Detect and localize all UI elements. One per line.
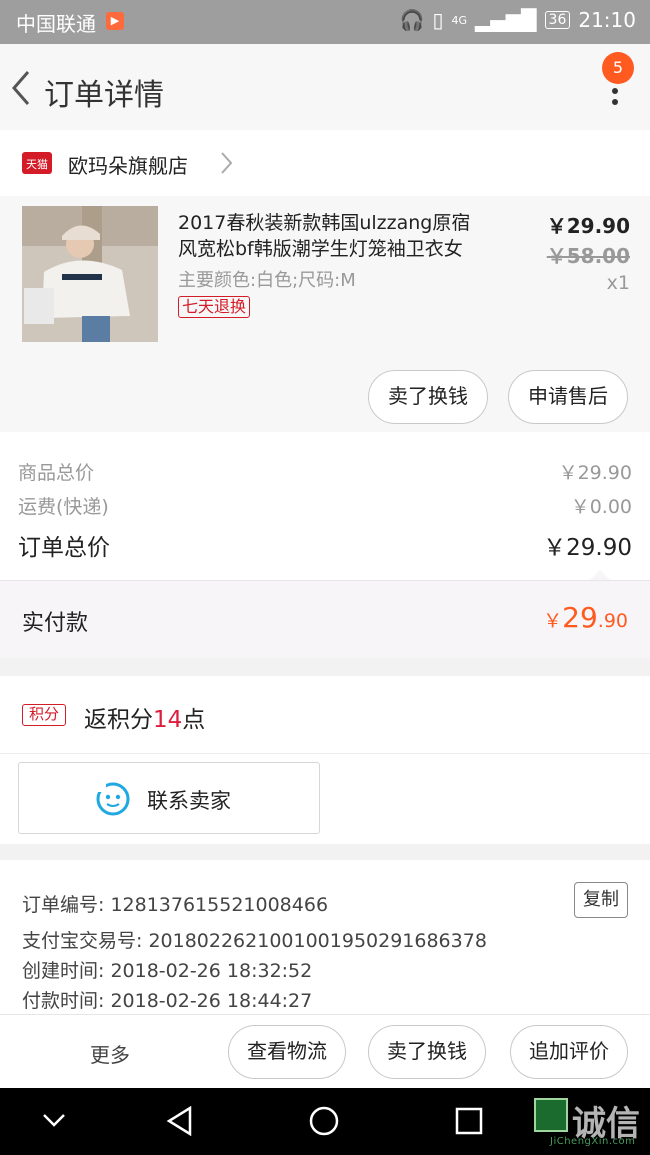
battery-icon: 36 [544, 11, 571, 29]
points-icon: 积分 [22, 704, 66, 726]
product-title-line1: 2017春秋装新款韩国ulzzang原宿 [178, 212, 471, 234]
nav-bar: 订单详情 5 [0, 44, 650, 130]
sell-for-cash-button[interactable]: 卖了换钱 [368, 370, 488, 424]
shop-name: 欧玛朵旗舰店 [68, 154, 188, 178]
order-item[interactable]: 2017春秋装新款韩国ulzzang原宿 风宽松bf韩版潮学生灯笼袖卫衣女 主要… [0, 196, 650, 432]
copy-order-number-button[interactable]: 复制 [574, 882, 628, 918]
order-info: 订单编号: 128137615521008466 支付宝交易号: 2018022… [0, 860, 650, 1014]
amount-integer: 29 [562, 601, 598, 634]
points-value: 14 [153, 707, 183, 733]
chat-face-icon [96, 782, 130, 816]
pointer-caret [590, 570, 610, 580]
view-logistics-button[interactable]: 查看物流 [228, 1025, 346, 1079]
watermark-square-icon [534, 1098, 568, 1132]
product-title-line2: 风宽松bf韩版潮学生灯笼袖卫衣女 [178, 238, 463, 260]
goods-total-row: 商品总价 ￥29.90 [18, 458, 632, 485]
seven-day-return-tag: 七天退换 [178, 296, 251, 318]
original-price: ￥58.00 [546, 244, 630, 268]
paid-time: 付款时间: 2018-02-26 18:44:27 [22, 990, 313, 1012]
item-quantity: x1 [606, 272, 630, 294]
item-price: ￥29.90 [546, 214, 630, 238]
network-type: 4G [451, 13, 467, 27]
product-thumbnail[interactable] [22, 206, 158, 342]
amount-paid-value: ￥29.90 [543, 601, 628, 634]
signal-icon: ▂▄▆█ [475, 8, 537, 32]
points-prefix: 返积分 [84, 707, 153, 733]
after-sale-button[interactable]: 申请售后 [508, 370, 628, 424]
amount-decimal: .90 [597, 610, 628, 632]
product-spec: 主要颜色:白色;尺码:M [178, 270, 356, 291]
shipping-value: ￥0.00 [570, 496, 632, 518]
status-time: 21:10 [578, 8, 636, 32]
watermark-subtext: JiChengXin.com [550, 1136, 636, 1147]
amount-paid-row: 实付款 ￥29.90 [0, 580, 650, 658]
back-arrow-icon[interactable] [8, 68, 36, 108]
order-number: 订单编号: 128137615521008466 [22, 894, 329, 916]
goods-total-label: 商品总价 [18, 462, 95, 484]
order-total-label: 订单总价 [18, 535, 110, 561]
bottom-action-bar: 更多 查看物流 卖了换钱 追加评价 [0, 1014, 650, 1088]
contact-seller-label: 联系卖家 [147, 789, 231, 813]
tmall-badge-text: 天猫 [26, 158, 48, 171]
carrier-app-icon: ▶ [106, 12, 124, 30]
product-title[interactable]: 2017春秋装新款韩国ulzzang原宿 风宽松bf韩版潮学生灯笼袖卫衣女 [178, 210, 528, 262]
tmall-icon: 天猫 [22, 152, 52, 174]
status-icons: 🎧 ▯ 4G ▂▄▆█ 36 21:10 [400, 8, 636, 32]
price-summary: 商品总价 ￥29.90 运费(快递) ￥0.00 订单总价 ￥29.90 [0, 432, 650, 580]
home-circle-icon[interactable] [308, 1105, 340, 1137]
more-actions-link[interactable]: 更多 [90, 1039, 130, 1068]
created-time: 创建时间: 2018-02-26 18:32:52 [22, 960, 313, 982]
shipping-row: 运费(快递) ￥0.00 [18, 492, 632, 519]
add-review-button[interactable]: 追加评价 [510, 1025, 628, 1079]
order-total-row: 订单总价 ￥29.90 [18, 528, 632, 562]
notification-badge: 5 [602, 52, 634, 84]
watermark-logo: 诚信 JiChengXin.com [530, 1096, 650, 1150]
contact-seller-button[interactable]: 联系卖家 [18, 762, 320, 834]
shop-row[interactable]: 天猫 欧玛朵旗舰店 [0, 130, 650, 196]
carrier-name: 中国联通 [16, 12, 96, 36]
page-title: 订单详情 [44, 78, 164, 113]
contact-section: 联系卖家 [0, 754, 650, 844]
recent-apps-icon[interactable] [455, 1107, 483, 1135]
goods-total-value: ￥29.90 [558, 462, 632, 484]
vibrate-icon: ▯ [432, 8, 444, 32]
alipay-trade-number: 支付宝交易号: 2018022621001001950291686378 [22, 930, 487, 952]
points-row: 积分 返积分14点 [0, 676, 650, 754]
points-suffix: 点 [182, 707, 206, 733]
amount-paid-label: 实付款 [22, 611, 89, 636]
order-total-value: ￥29.90 [543, 535, 632, 561]
headphones-icon: 🎧 [399, 8, 425, 32]
status-bar: 中国联通 ▶ 🎧 ▯ 4G ▂▄▆█ 36 21:10 [0, 0, 650, 44]
currency-symbol: ￥ [543, 610, 563, 632]
shipping-label: 运费(快递) [18, 496, 109, 518]
chevron-right-icon [221, 152, 233, 174]
points-text: 返积分14点 [84, 700, 205, 734]
back-triangle-icon[interactable] [166, 1106, 194, 1136]
sell-for-cash-bottom-button[interactable]: 卖了换钱 [368, 1025, 486, 1079]
system-nav-bar: 诚信 JiChengXin.com [0, 1088, 650, 1155]
hide-keyboard-icon[interactable] [42, 1112, 66, 1128]
